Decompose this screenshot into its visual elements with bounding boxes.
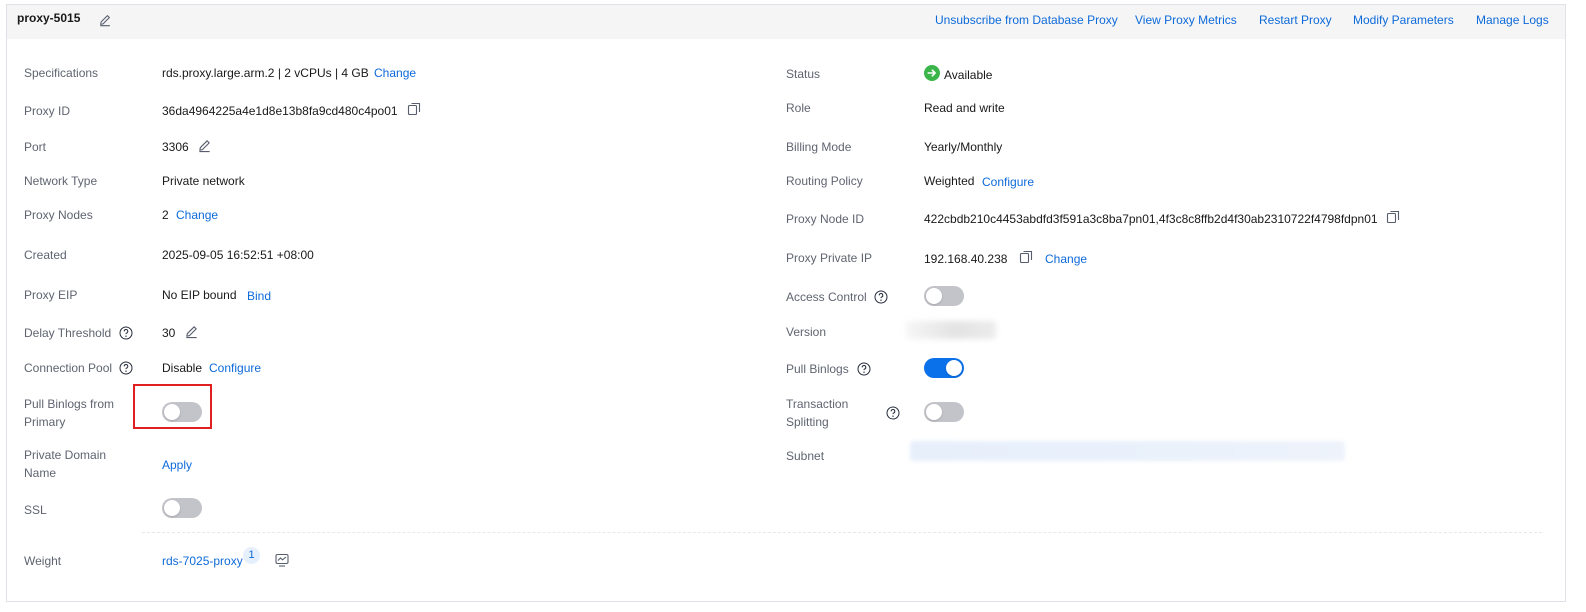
transaction-splitting-toggle[interactable] [924, 402, 964, 422]
specifications-label: Specifications [24, 66, 99, 80]
created-value: 2025-09-05 16:52:51 +08:00 [162, 248, 314, 262]
port-label: Port [24, 140, 47, 154]
routing-policy-label: Routing Policy [786, 174, 863, 188]
proxy-eip-value: No EIP bound [162, 288, 237, 302]
transaction-splitting-label: Transaction Splitting [786, 397, 849, 429]
delay-threshold-help-icon[interactable] [119, 326, 133, 340]
specifications-change-link[interactable]: Change [374, 65, 416, 81]
proxy-nodes-change-link[interactable]: Change [176, 207, 218, 223]
proxy-id-value: 36da4964225a4e1d8e13b8fa9cd480c4po01 [162, 104, 398, 118]
port-value: 3306 [162, 140, 189, 154]
ssl-toggle[interactable] [162, 498, 202, 518]
manage-logs-link[interactable]: Manage Logs [1476, 13, 1549, 27]
pull-binlogs-primary-label: Pull Binlogs from Primary [24, 397, 115, 429]
highlight-box [133, 384, 212, 429]
connection-pool-configure-link[interactable]: Configure [209, 360, 261, 376]
copy-proxy-node-id-icon[interactable] [1385, 209, 1401, 225]
subnet-value-redacted [910, 441, 1345, 461]
available-status-icon [924, 65, 940, 81]
proxy-nodes-label: Proxy Nodes [24, 208, 93, 222]
edit-delay-threshold-icon[interactable] [184, 324, 200, 340]
proxy-id-label: Proxy ID [24, 104, 71, 118]
role-value: Read and write [924, 101, 1005, 115]
transaction-splitting-help-icon[interactable] [886, 406, 900, 420]
proxy-private-ip-value: 192.168.40.238 [924, 252, 1008, 266]
unsubscribe-proxy-link[interactable]: Unsubscribe from Database Proxy [935, 13, 1118, 27]
delay-threshold-label: Delay Threshold [24, 326, 112, 340]
connection-pool-help-icon[interactable] [119, 361, 133, 375]
edit-name-icon[interactable] [98, 13, 114, 29]
section-divider [142, 532, 1542, 533]
view-proxy-metrics-link[interactable]: View Proxy Metrics [1135, 13, 1237, 27]
network-type-value: Private network [162, 174, 245, 188]
proxy-private-ip-label: Proxy Private IP [786, 251, 873, 265]
status-value: Available [944, 68, 993, 82]
pull-binlogs-toggle[interactable] [924, 358, 964, 378]
access-control-toggle[interactable] [924, 286, 964, 306]
private-domain-label: Private Domain Name [24, 448, 107, 480]
proxy-name-title: proxy-5015 [17, 11, 81, 25]
specifications-value: rds.proxy.large.arm.2 | 2 vCPUs | 4 GB [162, 66, 369, 80]
copy-proxy-id-icon[interactable] [406, 101, 422, 117]
created-label: Created [24, 248, 67, 262]
private-ip-change-link[interactable]: Change [1045, 251, 1087, 267]
modify-parameters-link[interactable]: Modify Parameters [1353, 13, 1454, 27]
bind-eip-link[interactable]: Bind [247, 288, 271, 304]
proxy-eip-label: Proxy EIP [24, 288, 78, 302]
proxy-nodes-value: 2 [162, 208, 169, 222]
access-control-label: Access Control [786, 290, 867, 304]
routing-policy-value: Weighted [924, 174, 975, 188]
connection-pool-label: Connection Pool [24, 361, 113, 375]
weight-count-badge: 1 [243, 547, 260, 564]
subnet-label: Subnet [786, 449, 825, 463]
apply-private-domain-link[interactable]: Apply [162, 457, 192, 473]
routing-policy-configure-link[interactable]: Configure [982, 174, 1034, 190]
proxy-node-id-label: Proxy Node ID [786, 212, 865, 226]
pull-binlogs-label: Pull Binlogs [786, 362, 849, 376]
weight-instance-link[interactable]: rds-7025-proxy [162, 553, 243, 569]
copy-private-ip-icon[interactable] [1018, 249, 1034, 265]
pull-binlogs-help-icon[interactable] [857, 362, 871, 376]
edit-port-icon[interactable] [197, 138, 213, 154]
restart-proxy-link[interactable]: Restart Proxy [1259, 13, 1332, 27]
status-label: Status [786, 67, 821, 81]
role-label: Role [786, 101, 811, 115]
weight-label: Weight [24, 554, 62, 568]
version-value-redacted [906, 321, 996, 339]
proxy-node-id-value: 422cbdb210c4453abdfd3f591a3c8ba7pn01,4f3… [924, 212, 1378, 226]
network-type-label: Network Type [24, 174, 98, 188]
billing-mode-label: Billing Mode [786, 140, 852, 154]
version-label: Version [786, 325, 827, 339]
connection-pool-value: Disable [162, 361, 203, 375]
delay-threshold-value: 30 [162, 326, 176, 340]
billing-mode-value: Yearly/Monthly [924, 140, 1003, 154]
monitor-chart-icon[interactable] [274, 552, 290, 568]
access-control-help-icon[interactable] [874, 290, 888, 304]
ssl-label: SSL [24, 503, 47, 517]
